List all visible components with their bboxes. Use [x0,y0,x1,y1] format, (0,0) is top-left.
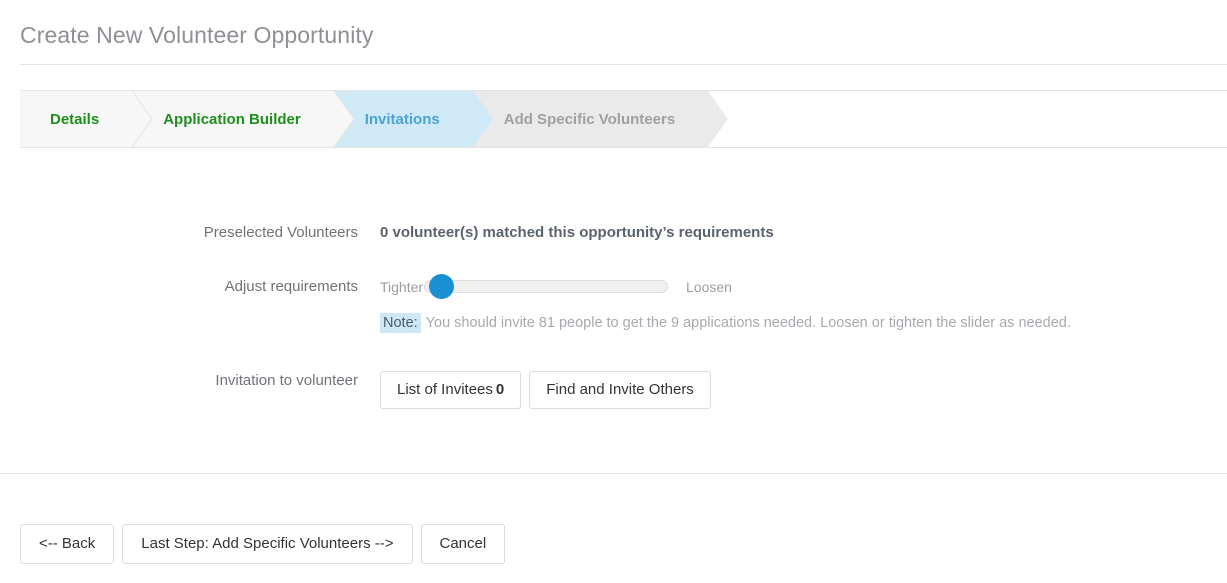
step-label: Invitations [364,110,440,128]
cancel-button[interactable]: Cancel [420,524,506,564]
slider-note: Note: You should invite 81 people to get … [380,313,1227,333]
row-adjust-requirements: Adjust requirements Tighter Loosen Note:… [0,274,1227,333]
list-of-invitees-button[interactable]: List of Invitees 0 [380,371,522,409]
chevron-right-icon [708,91,729,147]
invitation-button-group: List of Invitees 0 Find and Invite Others [380,371,1227,409]
back-button[interactable]: <-- Back [20,524,115,564]
step-details[interactable]: Details [20,91,153,147]
invitation-to-volunteer-label: Invitation to volunteer [215,372,358,389]
chevron-right-icon [132,91,153,147]
list-of-invitees-label: List of Invitees [397,381,493,398]
page-header: Create New Volunteer Opportunity [0,0,1227,50]
step-label: Application Builder [163,110,301,128]
slider-tighter-label: Tighter [380,279,424,295]
step-application-builder[interactable]: Application Builder [133,91,354,147]
step-label: Add Specific Volunteers [503,110,676,128]
slider-handle[interactable] [429,274,454,299]
preselected-volunteers-label: Preselected Volunteers [203,224,358,241]
note-tag: Note: [380,313,421,333]
footer-divider [0,473,1227,474]
chevron-right-icon [472,91,493,147]
next-step-button[interactable]: Last Step: Add Specific Volunteers --> [122,524,413,564]
row-invitation-to-volunteer: Invitation to volunteer List of Invitees… [0,371,1227,409]
step-list: Details Application Builder Invitations … [20,91,729,147]
matched-volunteers-text: 0 volunteer(s) matched this opportunity’… [380,224,774,241]
wizard-footer: <-- Back Last Step: Add Specific Volunte… [20,524,506,564]
row-preselected-volunteers: Preselected Volunteers 0 volunteer(s) ma… [0,223,1227,243]
title-divider [20,64,1227,65]
note-text: You should invite 81 people to get the 9… [425,315,1071,331]
adjust-requirements-label: Adjust requirements [224,278,358,295]
chevron-right-icon [333,91,354,147]
find-and-invite-others-button[interactable]: Find and Invite Others [529,371,711,409]
requirements-slider[interactable]: Tighter Loosen [380,274,1227,299]
slider-track[interactable] [424,280,668,293]
page-title: Create New Volunteer Opportunity [20,22,374,48]
step-add-specific-volunteers[interactable]: Add Specific Volunteers [473,91,729,147]
invitees-count: 0 [495,381,505,398]
step-invitations[interactable]: Invitations [334,91,493,147]
slider-widget[interactable] [424,274,668,299]
invitations-form: Preselected Volunteers 0 volunteer(s) ma… [0,223,1227,529]
step-breadcrumb: Details Application Builder Invitations … [20,90,1227,148]
step-label: Details [50,110,100,128]
slider-loosen-label: Loosen [686,279,732,295]
